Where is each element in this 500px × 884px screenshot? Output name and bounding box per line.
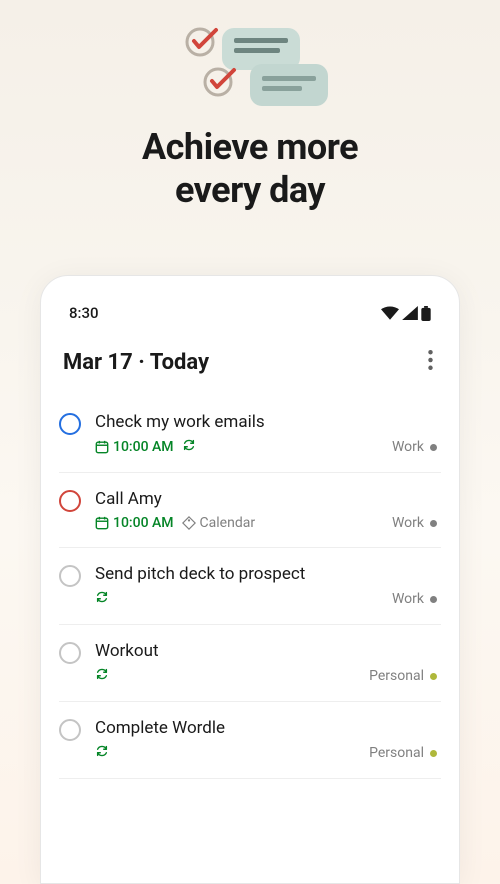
task-checkbox[interactable] <box>59 490 81 512</box>
task-meta-left <box>95 744 109 762</box>
task-time: 10:00 AM <box>95 439 174 455</box>
project-dot-icon <box>430 444 437 451</box>
task-row[interactable]: Complete Wordle Personal <box>59 702 441 779</box>
calendar-icon <box>95 516 109 530</box>
more-button[interactable] <box>424 346 437 378</box>
task-project-name: Personal <box>369 745 424 761</box>
status-time: 8:30 <box>69 304 99 322</box>
project-dot-icon <box>430 673 437 680</box>
task-row[interactable]: Call Amy 10:00 AM Calendar Work <box>59 473 441 548</box>
project-dot-icon <box>430 596 437 603</box>
task-title: Send pitch deck to prospect <box>95 564 437 584</box>
status-bar: 8:30 <box>59 296 441 336</box>
calendar-icon <box>95 440 109 454</box>
task-project: Personal <box>369 668 437 684</box>
project-dot-icon <box>430 750 437 757</box>
repeat-icon <box>182 438 196 452</box>
task-body: Complete Wordle Personal <box>95 718 437 762</box>
task-title: Complete Wordle <box>95 718 437 738</box>
task-meta-left <box>95 667 109 685</box>
hero-title: Achieve more every day <box>0 126 500 212</box>
task-project: Work <box>392 515 437 531</box>
repeat-icon <box>95 744 109 758</box>
task-time: 10:00 AM <box>95 515 174 531</box>
task-recurring <box>95 744 109 762</box>
task-meta-row: Work <box>95 590 437 608</box>
task-meta-left <box>95 590 109 608</box>
task-label: Calendar <box>182 515 256 531</box>
status-icons <box>381 306 431 321</box>
task-meta-left: 10:00 AM <box>95 438 196 456</box>
hero-title-line2: every day <box>175 169 325 211</box>
task-body: Workout Personal <box>95 641 437 685</box>
task-recurring <box>95 590 109 608</box>
task-project: Work <box>392 439 437 455</box>
task-time-text: 10:00 AM <box>113 439 174 455</box>
battery-icon <box>421 306 431 321</box>
repeat-icon <box>95 667 109 681</box>
task-title: Call Amy <box>95 489 437 509</box>
task-recurring <box>182 438 196 456</box>
task-project: Personal <box>369 745 437 761</box>
task-row[interactable]: Check my work emails 10:00 AM Work <box>59 396 441 473</box>
task-list: Check my work emails10:00 AMWorkCall Amy… <box>59 396 441 779</box>
hero-title-line1: Achieve more <box>142 126 358 168</box>
hero-illustration <box>150 20 350 110</box>
task-meta-row: Personal <box>95 667 437 685</box>
task-project-name: Work <box>392 515 424 531</box>
task-body: Send pitch deck to prospect Work <box>95 564 437 608</box>
task-meta-row: Personal <box>95 744 437 762</box>
task-project-name: Work <box>392 591 424 607</box>
signal-icon <box>402 306 418 320</box>
project-dot-icon <box>430 520 437 527</box>
repeat-icon <box>95 590 109 604</box>
task-body: Call Amy 10:00 AM Calendar Work <box>95 489 437 531</box>
phone-frame: 8:30 Mar 17 · Today Check my work emails… <box>40 275 460 884</box>
task-meta-row: 10:00 AM Calendar Work <box>95 515 437 531</box>
task-project-name: Personal <box>369 668 424 684</box>
task-title: Workout <box>95 641 437 661</box>
task-recurring <box>95 667 109 685</box>
more-vertical-icon <box>428 350 433 370</box>
task-time-text: 10:00 AM <box>113 515 174 531</box>
tag-icon <box>182 516 196 530</box>
page-header: Mar 17 · Today <box>59 336 441 396</box>
task-title: Check my work emails <box>95 412 437 432</box>
task-body: Check my work emails 10:00 AM Work <box>95 412 437 456</box>
task-row[interactable]: Send pitch deck to prospect Work <box>59 548 441 625</box>
task-checkbox[interactable] <box>59 642 81 664</box>
page-title: Mar 17 · Today <box>63 350 209 375</box>
task-checkbox[interactable] <box>59 719 81 741</box>
task-meta-row: 10:00 AM Work <box>95 438 437 456</box>
task-meta-left: 10:00 AM Calendar <box>95 515 255 531</box>
task-checkbox[interactable] <box>59 565 81 587</box>
task-project-name: Work <box>392 439 424 455</box>
task-label-text: Calendar <box>200 515 256 531</box>
task-row[interactable]: Workout Personal <box>59 625 441 702</box>
task-project: Work <box>392 591 437 607</box>
wifi-icon <box>381 306 399 320</box>
task-checkbox[interactable] <box>59 413 81 435</box>
